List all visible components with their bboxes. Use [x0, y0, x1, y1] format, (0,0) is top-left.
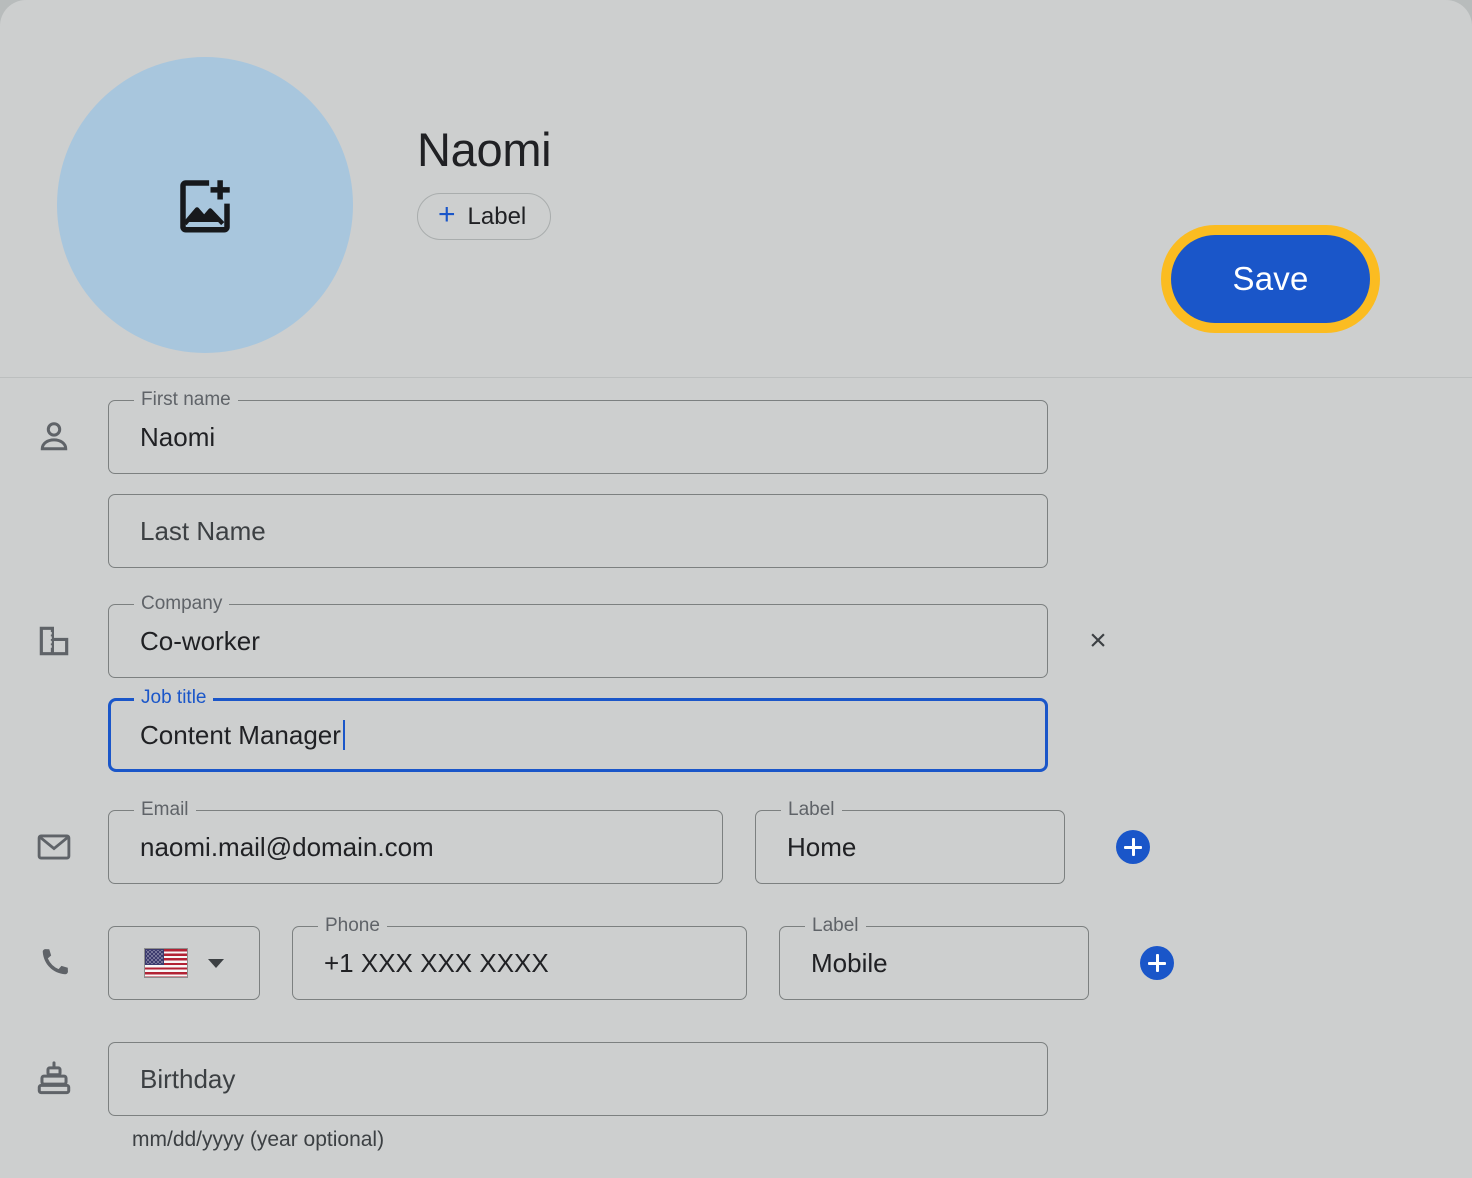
field-outline — [108, 1042, 1048, 1116]
phone-icon — [0, 926, 108, 982]
save-button[interactable]: Save — [1171, 235, 1370, 323]
first-name-value: Naomi — [140, 421, 216, 452]
contact-header: Naomi + Label Save — [0, 0, 1472, 378]
cake-icon — [0, 1042, 108, 1098]
us-flag-icon — [144, 948, 188, 978]
company-value: Co-worker — [140, 625, 260, 656]
avatar-upload-button[interactable] — [57, 57, 353, 353]
phone-field[interactable]: Phone +1 XXX XXX XXXX — [292, 915, 747, 1000]
job-title-value: Content Manager — [140, 719, 341, 750]
birthday-placeholder: Birthday — [140, 1063, 236, 1094]
form-row-phone: Phone +1 XXX XXX XXXX Label Mobile — [0, 915, 1472, 1000]
email-value: naomi.mail@domain.com — [140, 831, 434, 862]
birthday-field[interactable]: Birthday — [108, 1042, 1048, 1116]
text-caret — [342, 720, 345, 750]
building-icon — [0, 604, 108, 660]
email-label-field[interactable]: Label Home — [755, 799, 1065, 884]
phone-value: +1 XXX XXX XXXX — [324, 947, 549, 978]
chevron-down-icon — [208, 958, 224, 968]
form-row-email: Email naomi.mail@domain.com Label Home — [0, 799, 1472, 884]
last-name-field[interactable]: Last Name — [108, 494, 1048, 568]
email-field[interactable]: Email naomi.mail@domain.com — [108, 799, 723, 884]
field-outline — [108, 400, 1048, 474]
save-button-focus-ring: Save — [1161, 225, 1380, 333]
contact-form: First name Naomi Last Name Company Co-wo… — [0, 378, 1472, 1152]
email-label-value: Home — [787, 831, 857, 862]
last-name-placeholder: Last Name — [140, 515, 266, 546]
add-phone-button[interactable] — [1140, 946, 1174, 980]
form-row-work: Company Co-worker Job title Content Mana… — [0, 593, 1472, 772]
phone-label-value: Mobile — [811, 947, 888, 978]
clear-company-button[interactable]: × — [1076, 619, 1120, 663]
birthday-helper-text: mm/dd/yyyy (year optional) — [132, 1128, 385, 1151]
plus-icon: + — [438, 198, 456, 232]
contact-editor-page: Naomi + Label Save First name Naomi Last… — [0, 0, 1472, 1178]
page-title: Naomi — [417, 123, 552, 176]
person-icon — [0, 400, 108, 456]
name-block: Naomi + Label — [417, 123, 552, 241]
mail-icon — [0, 810, 108, 866]
form-row-birthday: Birthday — [0, 1042, 1472, 1116]
job-title-value-wrap: Content Manager — [140, 698, 345, 772]
form-row-name: First name Naomi Last Name — [0, 389, 1472, 568]
phone-label-field[interactable]: Label Mobile — [779, 915, 1089, 1000]
add-label-button[interactable]: + Label — [417, 193, 552, 241]
job-title-field[interactable]: Job title Content Manager — [108, 687, 1048, 772]
first-name-field[interactable]: First name Naomi — [108, 389, 1048, 474]
add-label-button-label: Label — [467, 202, 527, 230]
add-email-button[interactable] — [1116, 830, 1150, 864]
country-code-select[interactable] — [108, 926, 260, 1000]
company-field[interactable]: Company Co-worker — [108, 593, 1048, 678]
add-photo-icon — [172, 172, 238, 238]
